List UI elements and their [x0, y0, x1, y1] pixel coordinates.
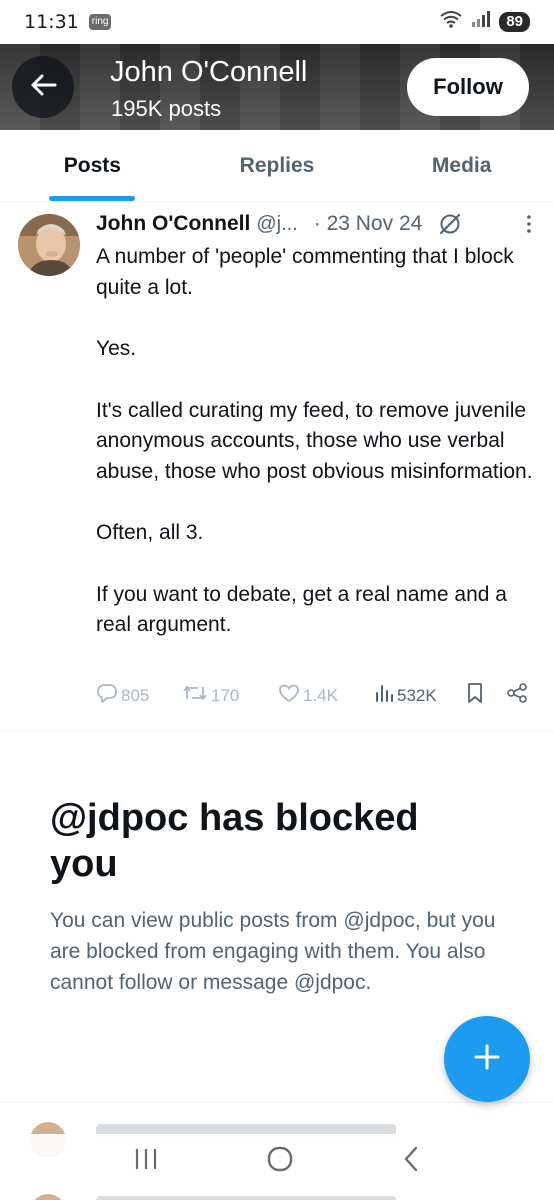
views-button[interactable]: 532K	[374, 683, 466, 708]
compose-button[interactable]	[444, 1016, 530, 1102]
back-nav-icon[interactable]	[401, 1145, 421, 1178]
share-icon	[506, 682, 528, 709]
signal-icon	[471, 10, 491, 34]
home-icon[interactable]	[266, 1145, 294, 1178]
reply-icon	[96, 682, 118, 709]
active-tab-indicator	[49, 196, 136, 201]
status-bar: 11:31 ring 89	[0, 0, 554, 44]
grok-icon[interactable]	[438, 212, 462, 236]
views-icon	[374, 683, 394, 708]
like-button[interactable]: 1.4K	[278, 683, 374, 708]
post-text: A number of 'people' commenting that I b…	[96, 242, 544, 641]
share-button[interactable]	[506, 682, 528, 709]
post-header: John O'Connell @j... · 23 Nov 24	[96, 212, 534, 236]
post-count: 195K posts	[111, 96, 222, 121]
placeholder-line	[96, 1196, 396, 1200]
tab-label: Replies	[239, 153, 315, 177]
ring-app-icon: ring	[88, 14, 112, 30]
arrow-left-icon	[29, 73, 57, 102]
profile-tabs: Posts Replies Media	[0, 130, 554, 202]
follow-button[interactable]: Follow	[407, 58, 529, 116]
back-button[interactable]	[12, 56, 74, 118]
post[interactable]: John O'Connell @j... · 23 Nov 24 A numbe…	[0, 202, 554, 732]
post-paragraph: Often, all 3.	[96, 521, 204, 544]
post-paragraph: Yes.	[96, 337, 137, 360]
tab-label: Posts	[63, 153, 121, 177]
like-count: 1.4K	[303, 685, 338, 705]
status-time: 11:31	[24, 11, 79, 33]
repost-count: 170	[211, 685, 240, 705]
bookmark-button[interactable]	[466, 682, 506, 709]
post-paragraph: If you want to debate, get a real name a…	[96, 582, 507, 637]
post-paragraph: It's called curating my feed, to remove …	[96, 398, 533, 483]
repost-button[interactable]: 170	[182, 682, 278, 709]
avatar[interactable]	[18, 214, 80, 276]
avatar	[30, 1194, 66, 1200]
tab-media[interactable]: Media	[369, 130, 554, 201]
tab-posts[interactable]: Posts	[0, 130, 185, 201]
reply-count: 805	[121, 685, 150, 705]
reply-button[interactable]: 805	[96, 682, 182, 709]
recent-apps-icon[interactable]	[133, 1147, 159, 1176]
profile-header: John O'Connell 195K posts Follow	[0, 44, 554, 130]
system-navigation-bar	[0, 1134, 554, 1188]
post-actions: 805 170 1.4K 532K	[96, 682, 528, 709]
views-count: 532K	[397, 685, 437, 705]
blocked-description: You can view public posts from @jdpoc, b…	[50, 909, 496, 994]
profile-name: John O'Connell	[110, 56, 308, 88]
author-handle[interactable]: @j...	[256, 213, 297, 236]
battery-indicator: 89	[499, 11, 530, 33]
post-paragraph: A number of 'people' commenting that I b…	[96, 245, 514, 299]
wifi-icon	[439, 9, 463, 35]
tab-replies[interactable]: Replies	[185, 130, 370, 201]
status-indicators: 89	[439, 9, 530, 35]
plus-icon	[473, 1043, 501, 1076]
tab-label: Media	[431, 153, 492, 177]
heart-icon	[278, 683, 300, 708]
post-date[interactable]: · 23 Nov 24	[314, 212, 423, 236]
author-name[interactable]: John O'Connell	[96, 212, 250, 236]
repost-icon	[182, 682, 208, 709]
more-vertical-icon[interactable]	[524, 213, 534, 235]
blocked-title: @jdpoc has blocked you	[50, 797, 419, 885]
bookmark-icon	[466, 682, 484, 709]
